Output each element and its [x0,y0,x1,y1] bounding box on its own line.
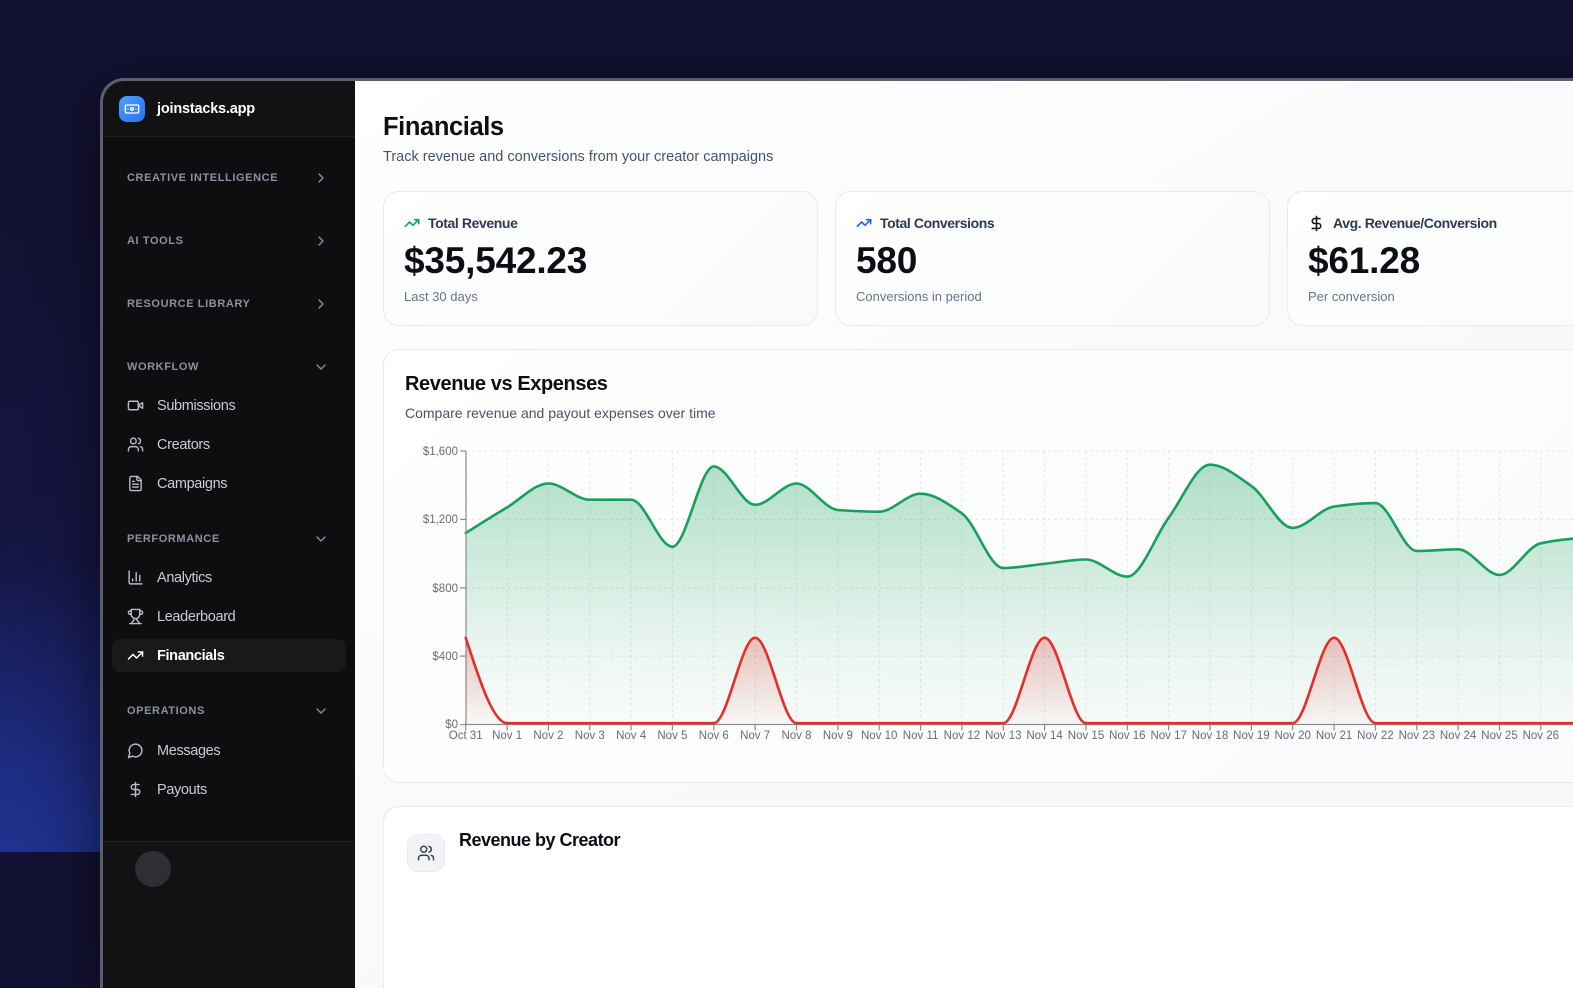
svg-text:Nov 1: Nov 1 [492,730,522,742]
svg-text:Nov 7: Nov 7 [740,730,770,742]
svg-text:Nov 26: Nov 26 [1523,730,1559,742]
svg-text:Nov 4: Nov 4 [616,730,647,742]
svg-text:Nov 19: Nov 19 [1233,730,1269,742]
svg-text:Oct 31: Oct 31 [449,730,483,742]
svg-text:Nov 25: Nov 25 [1481,730,1517,742]
svg-text:Nov 11: Nov 11 [903,730,939,742]
svg-text:Nov 5: Nov 5 [657,730,687,742]
svg-text:Nov 17: Nov 17 [1150,730,1186,742]
svg-text:Nov 3: Nov 3 [575,730,605,742]
svg-text:Nov 9: Nov 9 [823,730,853,742]
svg-text:Nov 23: Nov 23 [1399,730,1435,742]
svg-text:$1,600: $1,600 [423,446,458,458]
svg-text:Nov 18: Nov 18 [1192,730,1228,742]
svg-text:Nov 10: Nov 10 [861,730,897,742]
svg-text:$1,200: $1,200 [423,514,458,526]
svg-text:Nov 20: Nov 20 [1274,730,1310,742]
svg-text:Nov 15: Nov 15 [1068,730,1104,742]
svg-text:Nov 14: Nov 14 [1026,730,1063,742]
svg-text:Nov 2: Nov 2 [533,730,563,742]
svg-text:$400: $400 [432,651,458,663]
svg-text:Nov 12: Nov 12 [944,730,980,742]
svg-text:Nov 16: Nov 16 [1109,730,1145,742]
svg-text:Nov 13: Nov 13 [985,730,1021,742]
svg-text:Nov 22: Nov 22 [1357,730,1393,742]
svg-text:Nov 24: Nov 24 [1440,730,1477,742]
svg-text:Nov 6: Nov 6 [699,730,729,742]
svg-text:Nov 21: Nov 21 [1316,730,1352,742]
svg-text:$800: $800 [432,583,458,595]
svg-text:Nov 8: Nov 8 [781,730,811,742]
